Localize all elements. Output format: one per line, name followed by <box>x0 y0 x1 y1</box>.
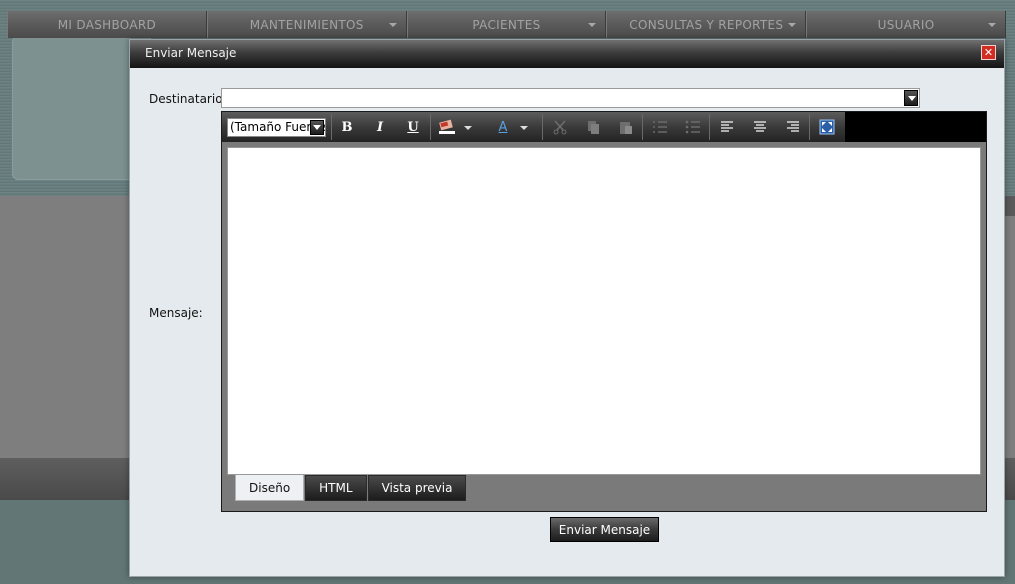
italic-icon[interactable]: I <box>370 117 390 137</box>
send-message-button[interactable]: Enviar Mensaje <box>550 517 659 542</box>
message-textarea[interactable] <box>227 147 981 475</box>
copy-icon[interactable] <box>583 117 603 137</box>
nav-item-label: CONSULTAS Y REPORTES <box>629 17 784 32</box>
chevron-down-icon <box>788 23 797 27</box>
background-scrollbar <box>1005 196 1015 216</box>
cut-icon[interactable] <box>550 117 570 137</box>
editor-mode-tabs: Diseño HTML Vista previa <box>235 475 467 501</box>
align-right-icon[interactable] <box>783 117 803 137</box>
toolbar-separator <box>809 114 810 140</box>
font-color-icon[interactable]: A <box>493 117 513 137</box>
fullscreen-icon[interactable] <box>817 117 837 137</box>
align-center-icon[interactable] <box>750 117 770 137</box>
editor-toolbar: (Tamaño Fuente) B I U A <box>222 112 986 142</box>
recipient-label: Destinatario: <box>149 92 227 106</box>
nav-item-mantenimientos[interactable]: MANTENIMIENTOS <box>206 11 407 38</box>
chevron-down-icon[interactable] <box>310 120 324 135</box>
tab-diseno[interactable]: Diseño <box>235 475 305 501</box>
message-label: Mensaje: <box>149 306 203 320</box>
nav-item-consultas-reportes[interactable]: CONSULTAS Y REPORTES <box>606 11 807 38</box>
ordered-list-icon[interactable] <box>650 117 670 137</box>
toolbar-separator <box>430 114 431 140</box>
chevron-down-icon[interactable] <box>464 126 472 130</box>
align-left-icon[interactable] <box>717 117 737 137</box>
nav-item-pacientes[interactable]: PACIENTES <box>406 11 607 38</box>
tab-html[interactable]: HTML <box>305 475 367 501</box>
underline-icon[interactable]: U <box>403 117 423 137</box>
toolbar-separator <box>542 114 543 140</box>
chevron-down-icon <box>987 23 996 27</box>
nav-item-dashboard[interactable]: MI DASHBOARD <box>7 11 207 38</box>
nav-item-label: MANTENIMIENTOS <box>249 17 364 32</box>
nav-item-label: PACIENTES <box>472 17 541 32</box>
recipient-select[interactable] <box>221 88 920 108</box>
tab-vista-previa[interactable]: Vista previa <box>367 475 467 501</box>
nav-item-label: MI DASHBOARD <box>57 17 157 32</box>
unordered-list-icon[interactable] <box>683 117 703 137</box>
toolbar-separator <box>331 114 332 140</box>
rich-text-editor: (Tamaño Fuente) B I U A Diseño HTML Vist… <box>221 111 987 512</box>
dialog-title: Enviar Mensaje <box>145 46 237 60</box>
font-size-select[interactable]: (Tamaño Fuente) <box>227 118 326 137</box>
send-message-dialog: Enviar Mensaje ✕ Destinatario: Mensaje: … <box>129 39 1005 577</box>
chevron-down-icon <box>388 23 397 27</box>
main-nav: MI DASHBOARD MANTENIMIENTOS PACIENTES CO… <box>7 11 1006 38</box>
highlight-color-icon[interactable] <box>437 117 457 137</box>
close-icon[interactable]: ✕ <box>981 45 996 60</box>
toolbar-separator <box>642 114 643 140</box>
paste-icon[interactable] <box>616 117 636 137</box>
toolbar-separator <box>709 114 710 140</box>
chevron-down-icon[interactable] <box>904 90 918 106</box>
bold-icon[interactable]: B <box>337 117 357 137</box>
nav-item-usuario[interactable]: USUARIO <box>806 11 1006 38</box>
nav-item-label: USUARIO <box>877 17 935 32</box>
chevron-down-icon[interactable] <box>520 126 528 130</box>
dialog-titlebar[interactable]: Enviar Mensaje ✕ <box>130 40 1004 68</box>
chevron-down-icon <box>588 23 597 27</box>
